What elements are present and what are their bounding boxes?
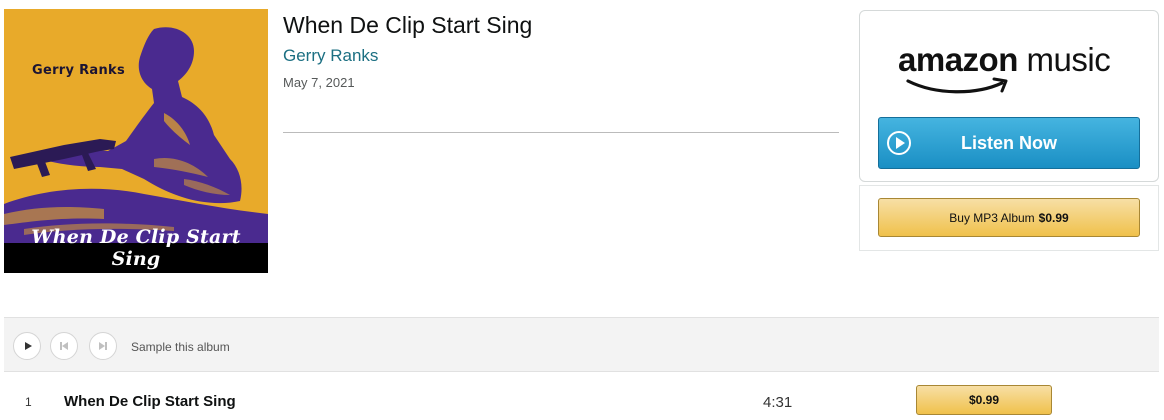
play-icon[interactable]	[13, 332, 41, 360]
track-duration: 4:31	[763, 394, 793, 411]
cover-artist-text: Gerry Ranks	[32, 63, 126, 78]
buy-track-button[interactable]: $0.99	[916, 385, 1052, 415]
album-title: When De Clip Start Sing	[283, 12, 533, 38]
next-track-icon[interactable]	[89, 332, 117, 360]
previous-track-icon[interactable]	[50, 332, 78, 360]
track-title[interactable]: When De Clip Start Sing	[64, 393, 236, 410]
track-row: 1 When De Clip Start Sing 4:31 $0.99	[4, 380, 1159, 420]
buy-mp3-price: $0.99	[1038, 210, 1069, 225]
amazon-music-box: amazon music Listen Now	[859, 10, 1159, 182]
listen-now-button[interactable]: Listen Now	[878, 117, 1140, 169]
sample-player-bar: Sample this album	[4, 317, 1159, 372]
amazon-music-wordmark: amazon music	[898, 41, 1111, 79]
album-page: Gerry Ranks When De Clip Start Sing When…	[0, 0, 1164, 420]
cover-title-text: When De Clip Start Sing	[31, 226, 241, 270]
logo-product: music	[1026, 41, 1111, 78]
buy-mp3-label: Buy MP3 Album	[949, 210, 1035, 225]
logo-brand: amazon	[898, 41, 1018, 78]
buy-mp3-album-button[interactable]: Buy MP3 Album $0.99	[878, 198, 1140, 237]
artist-link[interactable]: Gerry Ranks	[283, 46, 378, 66]
track-number: 1	[25, 395, 32, 409]
play-circle-icon	[887, 131, 911, 155]
smile-arrow-icon	[906, 77, 1008, 94]
divider	[283, 132, 839, 133]
album-cover[interactable]: Gerry Ranks When De Clip Start Sing	[4, 9, 268, 273]
amazon-music-logo: amazon music	[898, 41, 1128, 101]
mp3-purchase-box: Buy MP3 Album $0.99	[859, 185, 1159, 251]
sample-album-label: Sample this album	[131, 340, 230, 354]
release-date: May 7, 2021	[283, 75, 355, 90]
listen-now-label: Listen Now	[960, 132, 1057, 153]
